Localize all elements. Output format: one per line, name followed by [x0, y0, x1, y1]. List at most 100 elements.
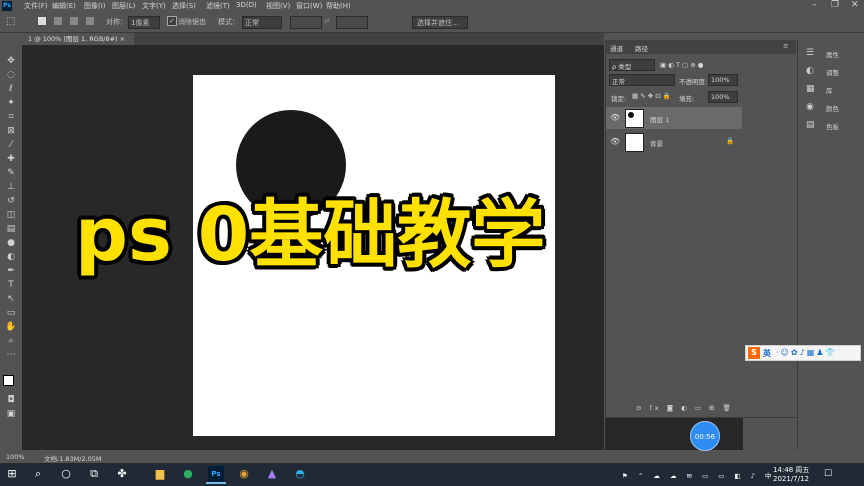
- properties-label[interactable]: 属性: [826, 49, 839, 59]
- eyedropper-icon[interactable]: ⁄: [4, 140, 18, 151]
- menu-view[interactable]: 视图(V): [266, 1, 290, 11]
- menu-type[interactable]: 文字(Y): [142, 1, 166, 11]
- width-input[interactable]: [290, 16, 322, 29]
- chrome-icon[interactable]: ◉: [236, 466, 252, 482]
- zoom-level[interactable]: 100%: [6, 453, 25, 461]
- tab-channels[interactable]: 通道: [610, 43, 623, 53]
- ime-tool-icons[interactable]: ·☺✿♪▦♟👕: [776, 348, 837, 357]
- lock-icons[interactable]: ▦ ✎ ✥ ⊡ 🔒: [632, 92, 671, 100]
- libraries-icon[interactable]: ▦: [806, 84, 815, 94]
- fill-label: 填充:: [679, 95, 695, 103]
- quick-mask-icon[interactable]: ◘: [4, 395, 18, 406]
- height-input[interactable]: [336, 16, 368, 29]
- brush-tool-icon[interactable]: ✎: [4, 168, 18, 179]
- tray-icons[interactable]: ⚑ ⌃ ☁ ☁ ✉ ▭ ▭ ◧ ♪ 中: [622, 470, 775, 480]
- notification-icon[interactable]: ☐: [820, 466, 836, 482]
- filter-icons[interactable]: ▣ ◐ T ▢ ⊕ ●: [660, 61, 703, 69]
- stamp-tool-icon[interactable]: ⊥: [4, 182, 18, 193]
- feather-input[interactable]: 1像素: [128, 16, 160, 29]
- dodge-tool-icon[interactable]: ◐: [4, 252, 18, 263]
- move-tool-icon[interactable]: ✥: [4, 56, 18, 67]
- menu-window[interactable]: 窗口(W): [296, 1, 322, 11]
- fill-input[interactable]: 100%: [708, 91, 738, 103]
- photos-icon[interactable]: ▲: [264, 466, 280, 482]
- color-icon[interactable]: ◉: [806, 102, 814, 112]
- menu-image[interactable]: 图像(I): [84, 1, 106, 11]
- blur-tool-icon[interactable]: ●: [4, 238, 18, 249]
- swap-icon[interactable]: ⇄: [324, 17, 330, 25]
- close-button[interactable]: ✕: [851, 0, 859, 10]
- wechat-icon[interactable]: ●: [180, 466, 196, 482]
- eraser-icon[interactable]: ◫: [4, 210, 18, 221]
- crop-tool-icon[interactable]: ⌗: [4, 112, 18, 123]
- tab-paths[interactable]: 路径: [635, 43, 648, 53]
- select-and-mask-button[interactable]: 选择并遮住...: [412, 16, 468, 29]
- ime-toolbar[interactable]: S 英 ·☺✿♪▦♟👕: [745, 345, 861, 361]
- zoom-tool-icon[interactable]: ⌕: [4, 336, 18, 347]
- recording-timer[interactable]: 00:56: [690, 421, 720, 451]
- menu-help[interactable]: 帮助(H): [326, 1, 351, 11]
- swatches-icon[interactable]: ▤: [806, 120, 815, 130]
- windows-start-icon[interactable]: ⊞: [4, 466, 20, 482]
- intersect-selection-icon[interactable]: [86, 17, 94, 25]
- anti-alias-checkbox[interactable]: ✓: [167, 16, 177, 26]
- more-tools-icon[interactable]: ⋯: [4, 350, 18, 361]
- menu-file[interactable]: 文件(F): [24, 1, 48, 11]
- document-tab[interactable]: 1 @ 100% (图层 1, RGB/8#) ×: [22, 33, 134, 45]
- history-brush-icon[interactable]: ↺: [4, 196, 18, 207]
- menu-3d[interactable]: 3D(D): [236, 1, 257, 9]
- healing-brush-icon[interactable]: ✚: [4, 154, 18, 165]
- visibility-eye-icon[interactable]: 👁: [610, 137, 620, 146]
- screen-mode-icon[interactable]: ▣: [4, 409, 18, 420]
- new-selection-icon[interactable]: [38, 17, 46, 25]
- file-explorer-icon[interactable]: ▆: [152, 466, 168, 482]
- menu-layer[interactable]: 图层(L): [112, 1, 135, 11]
- opacity-input[interactable]: 100%: [708, 74, 738, 86]
- frame-tool-icon[interactable]: ⊠: [4, 126, 18, 137]
- task-view-icon[interactable]: ⧉: [86, 466, 102, 482]
- menu-edit[interactable]: 编辑(E): [52, 1, 76, 11]
- lasso-tool-icon[interactable]: ℓ: [4, 84, 18, 95]
- menu-filter[interactable]: 滤镜(T): [206, 1, 230, 11]
- libraries-label[interactable]: 库: [826, 85, 833, 95]
- layer-name[interactable]: 图层 1: [650, 114, 669, 124]
- maximize-button[interactable]: ❐: [831, 0, 839, 10]
- menu-select[interactable]: 选择(S): [172, 1, 196, 11]
- color-label[interactable]: 颜色: [826, 103, 839, 113]
- search-icon[interactable]: ⌕: [30, 466, 46, 482]
- edge-icon[interactable]: ◓: [292, 466, 308, 482]
- layer-row-background[interactable]: 👁 背景 🔒: [606, 131, 742, 153]
- marquee-tool-icon[interactable]: ◌: [4, 70, 18, 81]
- adjustments-label[interactable]: 调整: [826, 67, 839, 77]
- layer-row-layer1[interactable]: 👁 图层 1: [606, 107, 742, 129]
- filter-kind-select[interactable]: ρ 类型: [609, 59, 655, 71]
- visibility-eye-icon[interactable]: 👁: [610, 113, 620, 122]
- layer-panel-footer-icons[interactable]: ⊝ fx ◙ ◐ ▭ ⊞ 🗑: [636, 404, 734, 412]
- widget-icon[interactable]: ✤: [114, 466, 130, 482]
- hand-tool-icon[interactable]: ✋: [4, 322, 18, 333]
- minimize-button[interactable]: –: [812, 0, 817, 10]
- panel-menu-icon[interactable]: ≡: [783, 42, 788, 50]
- photoshop-taskbar-icon[interactable]: Ps: [208, 466, 224, 482]
- properties-icon[interactable]: ☰: [806, 48, 814, 58]
- clock-time[interactable]: 14:48 周五: [773, 465, 809, 475]
- add-selection-icon[interactable]: [54, 17, 62, 25]
- cortana-icon[interactable]: ○: [58, 466, 74, 482]
- style-select[interactable]: 正常: [242, 16, 282, 29]
- magic-wand-icon[interactable]: ✦: [4, 98, 18, 109]
- adjustments-icon[interactable]: ◐: [806, 66, 814, 76]
- type-tool-icon[interactable]: T: [4, 280, 18, 291]
- path-select-icon[interactable]: ↖: [4, 294, 18, 305]
- clock-date[interactable]: 2021/7/12: [773, 475, 809, 483]
- rectangle-tool-icon[interactable]: ▭: [4, 308, 18, 319]
- pen-tool-icon[interactable]: ✒: [4, 266, 18, 277]
- foreground-color-swatch[interactable]: [3, 375, 14, 386]
- photoshop-logo: Ps: [2, 1, 12, 11]
- blend-mode-select[interactable]: 正常: [609, 74, 675, 86]
- ime-language[interactable]: 英: [763, 348, 771, 359]
- gradient-tool-icon[interactable]: ▤: [4, 224, 18, 235]
- marquee-tool-icon[interactable]: ⬚: [6, 16, 15, 27]
- subtract-selection-icon[interactable]: [70, 17, 78, 25]
- layer-name[interactable]: 背景: [650, 138, 663, 148]
- swatches-label[interactable]: 色板: [826, 121, 839, 131]
